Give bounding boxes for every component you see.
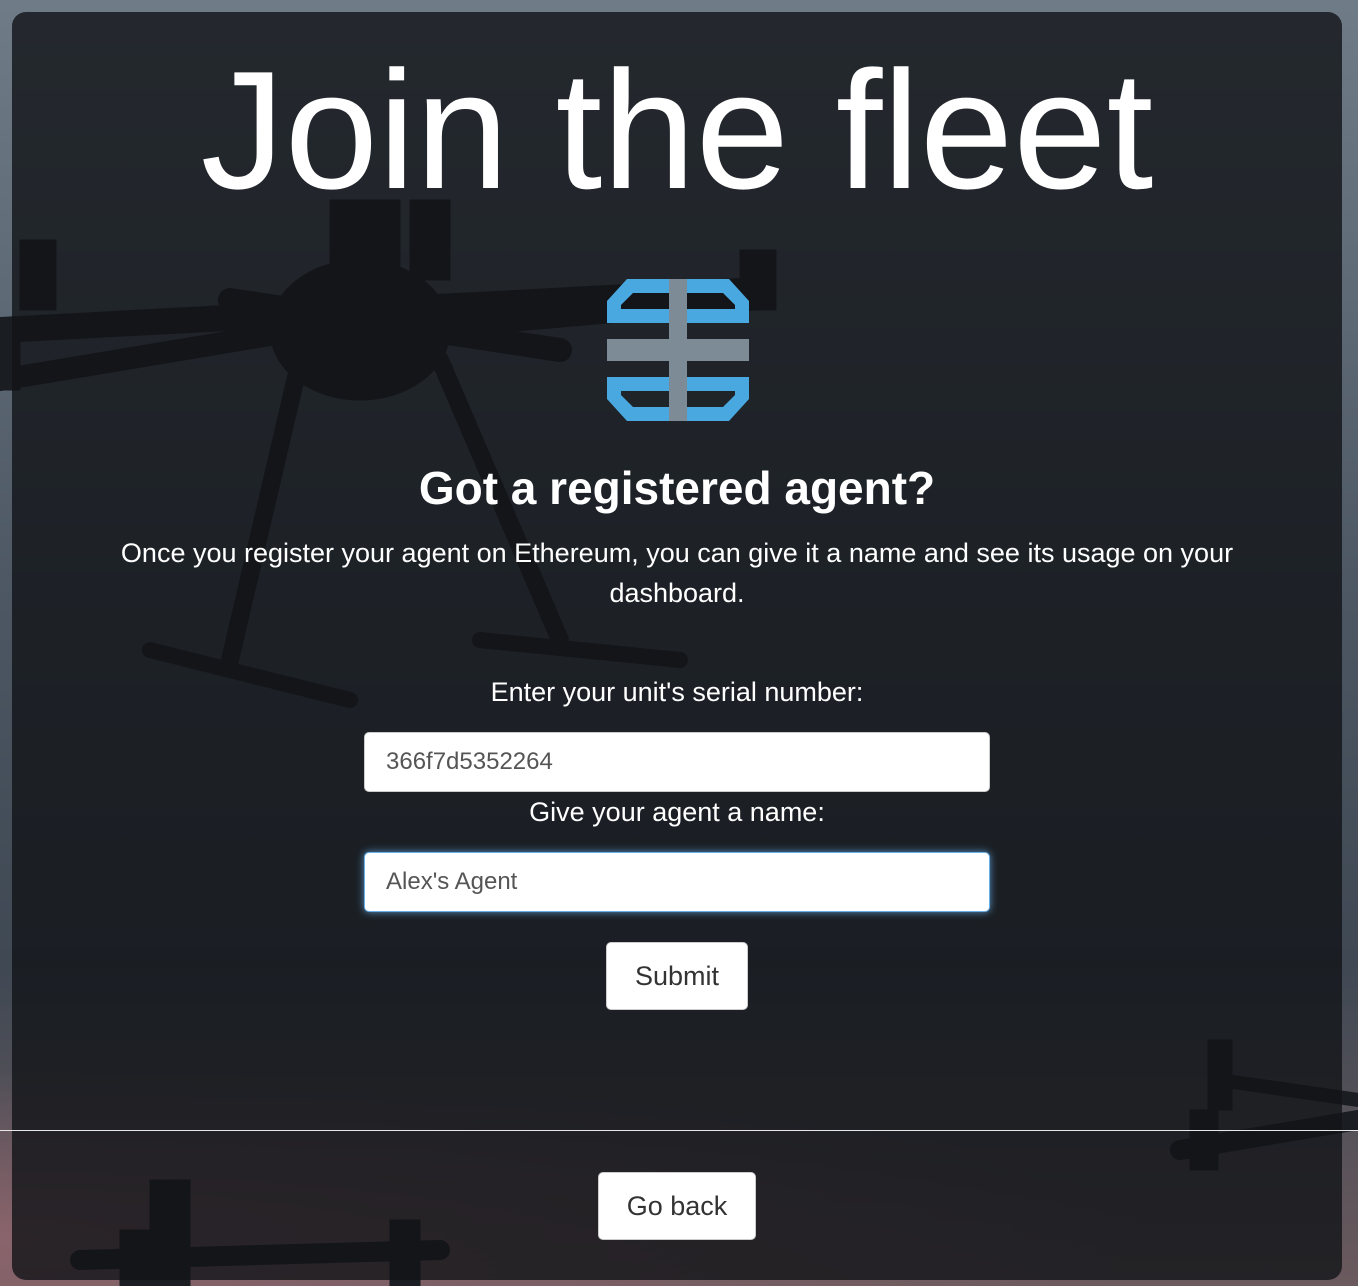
divider — [0, 1130, 1358, 1131]
agent-name-input[interactable] — [364, 852, 990, 912]
serial-number-input[interactable] — [364, 732, 990, 792]
agent-name-label: Give your agent a name: — [529, 797, 825, 827]
page-title: Join the fleet — [200, 36, 1154, 224]
go-back-button[interactable]: Go back — [598, 1172, 756, 1240]
fleet-logo-icon — [607, 279, 749, 421]
submit-button[interactable]: Submit — [606, 942, 748, 1010]
registration-description: Once you register your agent on Ethereum… — [120, 538, 1234, 608]
registration-heading: Got a registered agent? — [418, 462, 936, 514]
serial-number-label: Enter your unit's serial number: — [490, 677, 864, 707]
